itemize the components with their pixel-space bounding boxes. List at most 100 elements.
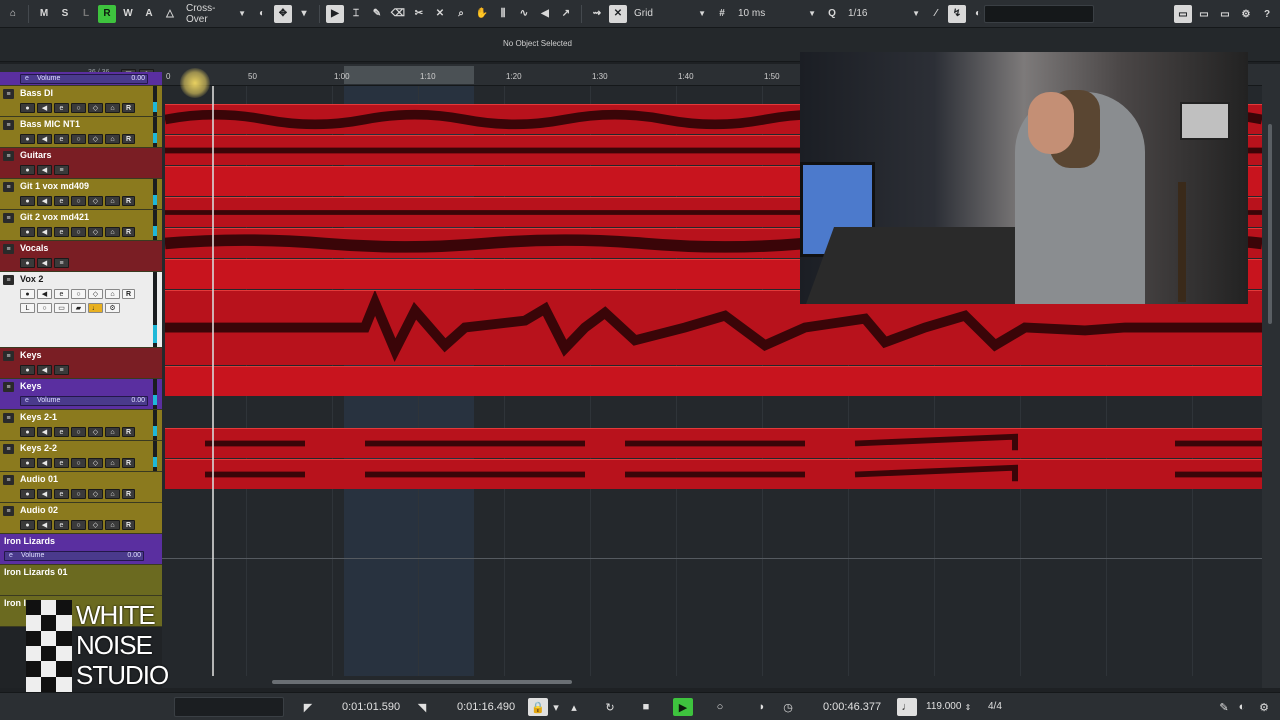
lock-icon[interactable]: ○ [71,458,86,468]
record-enable-icon[interactable]: ● [20,227,35,237]
record-enable-icon[interactable]: ● [20,196,35,206]
track-name[interactable]: Keys [20,381,42,391]
punch-in-icon[interactable]: ▾ [546,698,566,716]
read-icon[interactable]: R [122,227,135,237]
track-volume-automation[interactable]: e Volume 0.00 [0,72,162,86]
punch-out-icon[interactable]: ▴ [564,698,584,716]
folder-keys[interactable]: ≡ Keys ● ◀ ≡ [0,348,162,379]
track-name[interactable]: Keys 2-2 [20,443,57,453]
edit-icon[interactable]: e [54,103,69,113]
lock-icon[interactable]: 🔒 [528,698,548,716]
snap-type-icon[interactable]: ⇝ [588,5,606,23]
folder-menu-icon[interactable]: ≡ [54,165,69,175]
pencil-tool-icon[interactable]: ✎ [368,5,386,23]
right-zone-icon[interactable]: ▭ [1216,5,1234,23]
inserts-icon[interactable]: ⌂ [105,458,120,468]
track-git2[interactable]: ≡ Git 2 vox md421 ● ◀ e ○ ◇ ⌂ R [0,210,162,241]
automation-mode-icon[interactable]: △ [161,5,179,23]
record-enable-icon[interactable]: ● [20,165,35,175]
automation-icon[interactable]: ◇ [88,289,103,299]
vertical-scrollbar[interactable] [1262,64,1280,688]
lock-icon[interactable]: ○ [37,303,52,313]
audio-warp-icon[interactable]: ↯ [948,4,966,23]
read-icon[interactable]: R [122,103,135,113]
read-icon[interactable]: R [122,196,135,206]
write-automation-button[interactable]: W [119,5,137,23]
volume-lane[interactable]: e Volume 0.00 [20,74,148,84]
monitor-icon[interactable]: ◀ [37,365,52,375]
track-bass-mic[interactable]: ≡ Bass MIC NT1 ● ◀ e ○ ◇ ⌂ R [0,117,162,148]
monitor-icon[interactable]: ◀ [37,165,52,175]
record-enable-icon[interactable]: ● [20,289,35,299]
track-name[interactable]: Guitars [20,150,52,160]
object-selection-tool-icon[interactable]: ▶ [326,4,344,23]
settings-icon[interactable]: ⚙ [105,303,120,313]
hand-tool-icon[interactable]: ✋ [473,5,491,23]
track-vox2[interactable]: ≡ Vox 2 ● ◀ e ○ ◇ ⌂ R L ○ ▭ ▰ ♩ ⚙ [0,272,162,348]
tempo-track-icon[interactable]: ♩ [897,698,917,716]
track-name[interactable]: Vox 2 [20,274,43,284]
snap-on-off-icon[interactable]: ✕ [609,4,627,23]
transport-icon[interactable]: ✥ [274,4,292,23]
monitor-icon[interactable]: ◀ [37,520,52,530]
track-name[interactable]: Audio 02 [20,505,58,515]
lock-icon[interactable]: ○ [71,196,86,206]
track-audio01[interactable]: ≡ Audio 01 ● ◀ e ○ ◇ ⌂ R [0,472,162,503]
position-time[interactable]: 0:00:46.377 [823,701,881,713]
lock-icon[interactable]: ○ [71,520,86,530]
edit-icon[interactable]: e [54,489,69,499]
lock-icon[interactable]: ○ [71,103,86,113]
grid-resolution-dropdown[interactable]: 10 ms ▼ [734,5,820,23]
zoom-tool-icon[interactable]: ⌕ [452,5,470,23]
timebase-icon[interactable]: ▭ [54,303,69,313]
scroll-thumb[interactable] [1268,124,1272,324]
audio-event[interactable] [165,428,1262,458]
track-name[interactable]: Iron Lizards 01 [4,567,68,577]
lock-icon[interactable]: ○ [71,427,86,437]
inserts-icon[interactable]: ⌂ [105,520,120,530]
grid-icon[interactable]: # [713,5,731,23]
go-to-left-locator-icon[interactable]: ◤ [298,698,318,716]
read-icon[interactable]: R [122,458,135,468]
monitor-icon[interactable]: ◀ [37,489,52,499]
right-locator-time[interactable]: 0:01:16.490 [457,701,515,713]
read-automation-button[interactable]: R [98,4,116,23]
monitor-icon[interactable]: ◀ [37,103,52,113]
track-name[interactable]: Iron Lizards [4,536,55,546]
inserts-icon[interactable]: ⌂ [105,289,120,299]
inserts-icon[interactable]: ⌂ [105,227,120,237]
settings-icon[interactable]: ⚙ [1237,5,1255,23]
track-name[interactable]: Git 2 vox md421 [20,212,89,222]
folder-part[interactable] [165,366,1262,396]
inserts-icon[interactable]: ⌂ [105,103,120,113]
mute-tool-icon[interactable]: ✕ [431,5,449,23]
lock-icon[interactable]: ○ [71,289,86,299]
edit-icon[interactable]: e [54,196,69,206]
monitor-icon[interactable]: ◀ [37,289,52,299]
quantize-icon[interactable]: Q [823,5,841,23]
automation-icon[interactable]: ◇ [88,134,103,144]
iterative-quantize-icon[interactable]: ⁄ [927,5,945,23]
inserts-icon[interactable]: ⌂ [105,427,120,437]
edit-icon[interactable]: e [54,520,69,530]
record-enable-icon[interactable]: ● [20,103,35,113]
read-icon[interactable]: R [122,489,135,499]
volume-lane[interactable]: e Volume 0.00 [20,396,148,406]
lower-zone-icon[interactable]: ▭ [1195,5,1213,23]
edit-icon[interactable]: e [54,289,69,299]
automation-icon[interactable]: ◇ [88,520,103,530]
edit-icon[interactable]: ✎ [1214,698,1234,716]
group-keys[interactable]: ≡ Keys e Volume 0.00 [0,379,162,410]
track-audio02[interactable]: ≡ Audio 02 ● ◀ e ○ ◇ ⌂ R [0,503,162,534]
monitor-icon[interactable]: ◀ [37,134,52,144]
listen-button[interactable]: L [77,5,95,23]
go-to-right-locator-icon[interactable]: ◥ [412,698,432,716]
monitor-icon[interactable]: ◀ [37,458,52,468]
automation-icon[interactable]: ◇ [88,489,103,499]
record-button[interactable]: ○ [710,698,730,716]
read-icon[interactable]: R [122,520,135,530]
lock-icon[interactable]: ○ [71,134,86,144]
track-name[interactable]: Keys [20,350,42,360]
track-name[interactable]: Keys 2-1 [20,412,57,422]
toolbar-icon[interactable]: ⌂ [4,5,22,23]
